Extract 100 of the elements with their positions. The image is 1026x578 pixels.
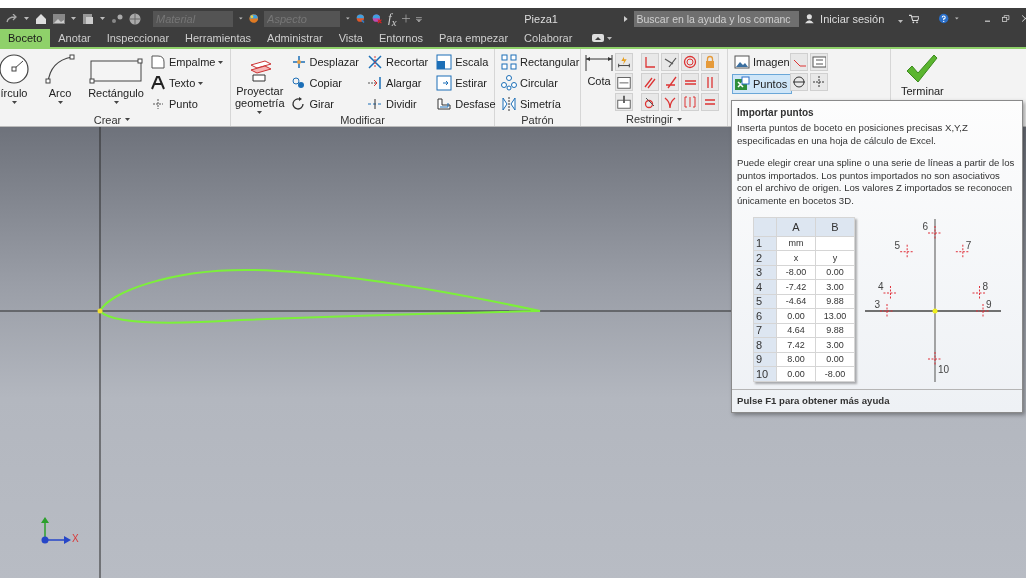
tooltip-title: Importar puntos — [736, 106, 815, 120]
group-label[interactable]: Crear — [93, 113, 122, 126]
table-cell: 0.00 — [815, 265, 855, 280]
caret-icon — [346, 17, 350, 20]
user-icon[interactable] — [805, 12, 815, 25]
ribbon-tool[interactable]: Estirar — [434, 74, 498, 92]
group-label[interactable]: Modificar — [340, 114, 385, 126]
image-icon — [734, 54, 750, 70]
format-button[interactable] — [790, 73, 808, 91]
cart-icon[interactable] — [909, 12, 920, 25]
ribbon-tab[interactable]: Inspeccionar — [98, 29, 178, 47]
constraint-button[interactable] — [615, 53, 633, 71]
ribbon-tab[interactable]: Herramientas — [177, 29, 260, 47]
sphere-icon[interactable] — [248, 12, 259, 25]
constraint-button[interactable] — [641, 53, 659, 71]
point-label: 10 — [938, 364, 950, 375]
point-label: 8 — [982, 281, 989, 292]
ribbon-tool[interactable]: Rectángulo — [88, 51, 144, 113]
caret-icon — [677, 117, 683, 121]
image-icon[interactable] — [53, 13, 65, 24]
format-button[interactable] — [810, 53, 828, 71]
scale-icon — [436, 54, 453, 70]
group-label[interactable]: Restringir — [625, 113, 674, 125]
ribbon-tool[interactable]: Simetría — [499, 95, 582, 113]
constraint-button[interactable] — [661, 53, 679, 71]
constraint-button[interactable] — [615, 93, 633, 111]
ribbon-tab[interactable]: Vista — [330, 29, 371, 47]
ribbon-tool[interactable]: Empalme — [148, 53, 226, 71]
table-cell: 3.00 — [815, 337, 855, 353]
ribbon-tool[interactable]: Cota — [585, 51, 613, 112]
caret-icon — [125, 118, 131, 121]
ribbon-tool[interactable]: Arco — [44, 51, 76, 113]
ribbon-tool[interactable]: Recortar — [365, 53, 431, 71]
table-cell: 8.00 — [776, 352, 816, 367]
ribbon-tab[interactable]: Colaborar — [516, 29, 581, 47]
constraint-button[interactable] — [615, 73, 633, 91]
ribbon-tool[interactable]: Imagen — [732, 53, 792, 71]
function-button[interactable]: f$_{x}$ — [388, 9, 397, 28]
lock-icon — [703, 55, 717, 69]
help-icon[interactable] — [939, 12, 949, 25]
move-icon — [290, 54, 307, 70]
constraint-button[interactable] — [681, 73, 699, 91]
corner-cell — [753, 217, 777, 237]
help-hint: Pulse F1 para obtener más ayuda — [732, 389, 1022, 412]
constraint-button[interactable] — [701, 93, 719, 111]
restore-icon[interactable] — [1002, 14, 1010, 23]
home-icon[interactable] — [35, 12, 47, 25]
ribbon-tab[interactable]: Entornos — [370, 29, 431, 47]
ribbon-tool[interactable]: Alargar — [365, 74, 431, 92]
point-marker — [927, 225, 943, 241]
search-field[interactable]: Buscar en la ayuda y los comanc — [633, 10, 800, 27]
panel-toggle-icon[interactable] — [592, 34, 605, 42]
origin-point — [932, 308, 938, 314]
ribbon-tool[interactable]: Girar — [288, 95, 362, 113]
ribbon-tab[interactable]: Anotar — [50, 29, 99, 47]
ribbon-tool[interactable]: Dividir — [365, 95, 431, 113]
airfoil-curve[interactable] — [99, 269, 541, 324]
ribbon-tool[interactable]: Proyectar geometría — [235, 57, 285, 114]
dots-icon[interactable] — [111, 13, 123, 24]
constraint-button[interactable] — [661, 93, 679, 111]
constraint-button[interactable] — [681, 53, 699, 71]
document-icon[interactable] — [82, 12, 94, 25]
constraint-button[interactable] — [641, 93, 659, 111]
group-label[interactable]: Patrón — [521, 113, 554, 126]
ribbon-tool[interactable]: írculo — [0, 51, 30, 113]
mirror-icon — [501, 96, 517, 112]
table-cell: mm — [776, 236, 816, 251]
ribbon-tool[interactable]: Escala — [434, 53, 498, 71]
ribbon-tab[interactable]: Para empezar — [431, 29, 517, 47]
ribbon-tool[interactable]: Puntos — [732, 74, 792, 94]
caret-icon — [898, 19, 904, 23]
ribbon-tab[interactable]: Administrar — [259, 29, 331, 47]
point-label: 7 — [965, 239, 972, 251]
ribbon-tool[interactable]: Texto — [148, 74, 226, 92]
color-brush-icon[interactable] — [355, 12, 366, 25]
globe-icon[interactable] — [129, 12, 141, 25]
ribbon-tab[interactable]: Boceto — [0, 29, 51, 47]
constraint-button[interactable] — [641, 73, 659, 91]
constraint-button[interactable] — [661, 73, 679, 91]
plus-icon[interactable] — [402, 13, 411, 24]
redo-icon[interactable] — [6, 14, 18, 23]
format-button[interactable] — [810, 73, 828, 91]
ribbon-tool[interactable]: Copiar — [288, 74, 362, 92]
sign-in-link[interactable]: Iniciar sesión — [820, 12, 885, 25]
ribbon-tool[interactable]: Rectangular — [499, 53, 582, 71]
tooltip-text: Puede elegir crear una spline o una serie de líneas a partir de los puntos importados. Los puntos importados no son asociativos con el archivo de origen. Los valores Z importados se reconocen únicamente en bocetos 3D. — [736, 157, 1016, 208]
text-icon — [150, 75, 166, 91]
point-label: 6 — [922, 221, 928, 232]
trim-icon — [367, 54, 384, 70]
ribbon-tool[interactable]: Punto — [148, 95, 226, 113]
menu-icon[interactable] — [416, 14, 423, 23]
axis-label: X — [72, 533, 79, 544]
arrow-icon — [623, 14, 628, 23]
ribbon-tool[interactable]: Desfase — [434, 95, 498, 113]
color-clear-icon[interactable] — [371, 12, 383, 25]
copy-icon — [290, 75, 307, 91]
ribbon-tool[interactable]: Circular — [499, 74, 582, 92]
close-icon[interactable] — [1021, 14, 1026, 23]
construction-icon — [792, 75, 806, 89]
ribbon-tool[interactable]: Desplazar — [288, 53, 362, 71]
